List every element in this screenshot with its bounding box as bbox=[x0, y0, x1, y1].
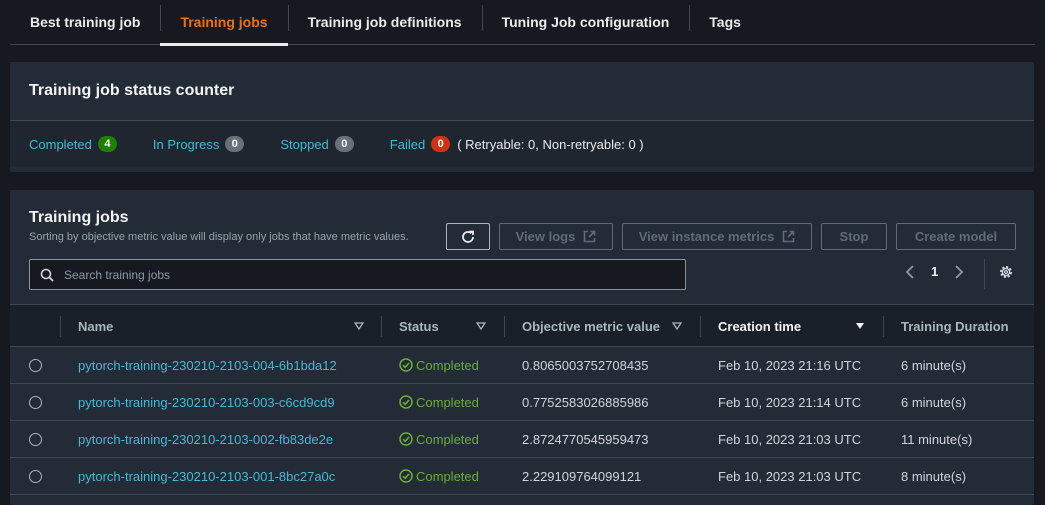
training-jobs-title: Training jobs bbox=[29, 209, 129, 226]
table-row[interactable]: pytorch-training-230210-2103-003-c6cd9cd… bbox=[10, 384, 1034, 421]
completed-filter-link[interactable]: Completed bbox=[29, 137, 92, 152]
column-name[interactable]: Name bbox=[60, 305, 380, 348]
duration-cell: 11 minute(s) bbox=[901, 431, 973, 447]
metric-cell: 2.8724770545959473 bbox=[522, 431, 649, 447]
job-name-link[interactable]: pytorch-training-230210-2103-002-fb83de2… bbox=[78, 421, 333, 457]
external-link-icon bbox=[782, 230, 795, 243]
external-link-icon bbox=[584, 230, 596, 243]
in-progress-filter-link[interactable]: In Progress bbox=[153, 137, 219, 152]
caret-down-icon bbox=[476, 322, 486, 330]
duration-cell: 6 minute(s) bbox=[901, 357, 967, 373]
status-text: Completed bbox=[416, 468, 479, 484]
creation-time-cell: Feb 10, 2023 21:03 UTC bbox=[718, 431, 862, 447]
row-select-radio[interactable] bbox=[29, 470, 42, 483]
check-circle-icon bbox=[399, 358, 413, 372]
status-counter-panel: Training job status counter Completed 4 … bbox=[10, 62, 1034, 172]
retry-note: ( Retryable: 0, Non-retryable: 0 ) bbox=[457, 136, 644, 152]
status-cell: Completed bbox=[399, 421, 479, 457]
column-created-label: Creation time bbox=[718, 319, 802, 334]
table-row[interactable]: pytorch-training-230210-2103-004-6b1bda1… bbox=[10, 347, 1034, 384]
tab-training-job-definitions[interactable]: Training job definitions bbox=[287, 0, 482, 44]
counter-stopped: Stopped 0 bbox=[280, 136, 354, 152]
status-text: Completed bbox=[416, 357, 479, 373]
column-name-label: Name bbox=[78, 319, 114, 334]
stop-button[interactable]: Stop bbox=[821, 223, 887, 250]
column-training-duration[interactable]: Training Duration bbox=[883, 305, 1034, 348]
chevron-left-icon[interactable] bbox=[905, 264, 915, 279]
table-row[interactable]: pytorch-training-230210-2103-001-8bc27a0… bbox=[10, 458, 1034, 495]
search-icon bbox=[40, 268, 54, 282]
chevron-right-icon[interactable] bbox=[954, 264, 964, 279]
training-jobs-panel: Training jobs Sorting by objective metri… bbox=[10, 190, 1034, 505]
counter-completed: Completed 4 bbox=[29, 136, 117, 152]
job-name-link[interactable]: pytorch-training-230210-2103-001-8bc27a0… bbox=[78, 458, 335, 494]
training-jobs-subtitle: Sorting by objective metric value will d… bbox=[29, 231, 409, 243]
counter-failed: Failed 0 ( Retryable: 0, Non-retryable: … bbox=[390, 136, 644, 152]
in-progress-count-badge: 0 bbox=[225, 136, 245, 152]
status-cell: Completed bbox=[399, 458, 479, 494]
tab-tuning-job-configuration[interactable]: Tuning Job configuration bbox=[481, 0, 690, 44]
create-model-button[interactable]: Create model bbox=[896, 223, 1016, 250]
metric-cell: 0.8065003752708435 bbox=[522, 357, 649, 373]
search-input[interactable] bbox=[64, 267, 664, 282]
column-metric-label: Objective metric value bbox=[522, 319, 661, 334]
status-counter-title: Training job status counter bbox=[29, 82, 235, 99]
check-circle-icon bbox=[399, 432, 413, 446]
creation-time-cell: Feb 10, 2023 21:03 UTC bbox=[718, 468, 862, 484]
duration-cell: 8 minute(s) bbox=[901, 468, 967, 484]
metric-cell: 0.7752583026885986 bbox=[522, 394, 649, 410]
failed-filter-link[interactable]: Failed bbox=[390, 137, 425, 152]
stopped-filter-link[interactable]: Stopped bbox=[280, 137, 328, 152]
column-status-label: Status bbox=[399, 319, 439, 334]
completed-count-badge: 4 bbox=[97, 136, 117, 152]
column-creation-time[interactable]: Creation time bbox=[700, 305, 883, 348]
job-name-link[interactable]: pytorch-training-230210-2103-003-c6cd9cd… bbox=[78, 384, 335, 420]
view-instance-metrics-button[interactable]: View instance metrics bbox=[622, 223, 812, 250]
view-instance-metrics-label: View instance metrics bbox=[638, 229, 775, 244]
table-row[interactable]: pytorch-training-230210-2103-002-fb83de2… bbox=[10, 421, 1034, 458]
column-status[interactable]: Status bbox=[381, 305, 504, 348]
page-number[interactable]: 1 bbox=[931, 264, 938, 279]
check-circle-icon bbox=[399, 469, 413, 483]
stopped-count-badge: 0 bbox=[334, 136, 354, 152]
tab-training-jobs[interactable]: Training jobs bbox=[160, 0, 288, 46]
view-logs-button[interactable]: View logs bbox=[499, 223, 613, 250]
create-model-label: Create model bbox=[914, 229, 998, 244]
table-header: Name Status Objective metric value Creat… bbox=[10, 304, 1034, 347]
sort-descending-icon bbox=[856, 323, 864, 329]
gear-icon[interactable] bbox=[998, 264, 1014, 280]
metric-cell: 2.229109764099121 bbox=[522, 468, 642, 484]
job-name-link[interactable]: pytorch-training-230210-2103-004-6b1bda1… bbox=[78, 347, 337, 383]
tab-best-training-job[interactable]: Best training job bbox=[10, 0, 160, 44]
caret-down-icon bbox=[354, 322, 364, 330]
status-cell: Completed bbox=[399, 384, 479, 420]
row-select-radio[interactable] bbox=[29, 433, 42, 446]
creation-time-cell: Feb 10, 2023 21:16 UTC bbox=[718, 357, 862, 373]
caret-down-icon bbox=[672, 322, 682, 330]
refresh-button[interactable] bbox=[446, 223, 490, 250]
status-cell: Completed bbox=[399, 347, 479, 383]
duration-cell: 6 minute(s) bbox=[901, 394, 967, 410]
stop-label: Stop bbox=[839, 229, 869, 244]
column-objective-metric[interactable]: Objective metric value bbox=[504, 305, 700, 348]
status-counter-header: Training job status counter bbox=[10, 62, 1034, 121]
tab-tags[interactable]: Tags bbox=[689, 0, 761, 44]
column-duration-label: Training Duration bbox=[901, 319, 1009, 334]
failed-count-badge: 0 bbox=[431, 136, 451, 152]
row-select-radio[interactable] bbox=[29, 396, 42, 409]
status-counters: Completed 4 In Progress 0 Stopped 0 Fail… bbox=[10, 121, 1034, 167]
tab-bar: Best training job Training jobs Training… bbox=[10, 0, 1035, 46]
search-box bbox=[29, 259, 686, 290]
counter-in-progress: In Progress 0 bbox=[153, 136, 245, 152]
row-select-radio[interactable] bbox=[29, 359, 42, 372]
check-circle-icon bbox=[399, 395, 413, 409]
divider bbox=[984, 259, 985, 289]
view-logs-label: View logs bbox=[515, 229, 576, 244]
refresh-icon bbox=[462, 230, 474, 243]
status-text: Completed bbox=[416, 431, 479, 447]
pagination: 1 bbox=[905, 264, 964, 279]
status-text: Completed bbox=[416, 394, 479, 410]
creation-time-cell: Feb 10, 2023 21:14 UTC bbox=[718, 394, 862, 410]
